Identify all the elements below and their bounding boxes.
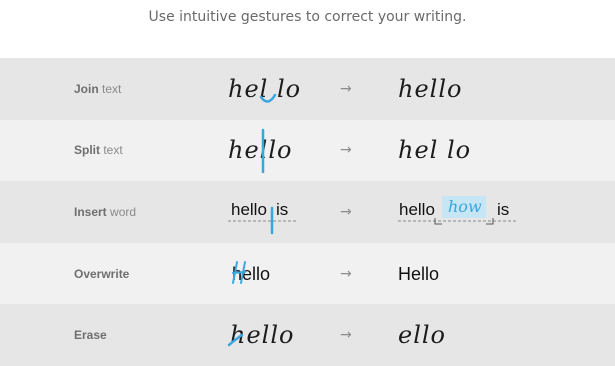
gesture-row-split: Split text hello → hel lo — [0, 119, 615, 182]
handwriting-after: hel lo — [398, 136, 472, 165]
gesture-label: Overwrite — [74, 266, 130, 281]
gesture-row-erase: Erase hello → ello — [0, 304, 615, 366]
insert-gesture-stroke — [228, 206, 296, 235]
split-after-example: hel lo — [398, 128, 538, 172]
gesture-label: Join text — [74, 81, 122, 96]
handwriting-after: ello — [398, 321, 447, 350]
split-gesture-stroke — [261, 129, 265, 174]
gesture-row-overwrite: Overwrite hello → Hello — [0, 242, 615, 305]
arrow-icon: → — [340, 142, 352, 159]
arrow-icon: → — [340, 203, 352, 220]
insert-before-example: hello is — [228, 190, 328, 235]
overwrite-before-example: hello — [228, 252, 328, 296]
handwriting-after: hello — [398, 74, 463, 103]
text-after: Hello — [398, 263, 440, 284]
overwrite-after-example: Hello — [398, 252, 538, 296]
erase-after-example: ello — [398, 313, 538, 357]
arrow-icon: → — [340, 327, 352, 344]
arrow-icon: → — [340, 80, 352, 97]
gesture-label: Insert word — [74, 204, 137, 219]
join-gesture-stroke — [259, 93, 277, 103]
erase-gesture-stroke — [227, 333, 244, 347]
gesture-row-join: Join text hel lo → hello — [0, 58, 615, 120]
insert-space-marks — [398, 217, 516, 225]
header: Use intuitive gestures to correct your w… — [0, 0, 615, 58]
arrow-icon: → — [340, 265, 352, 282]
overwrite-gesture-stroke — [232, 260, 246, 284]
gesture-list: Join text hel lo → hello Split text hell… — [0, 58, 615, 366]
gesture-label: Split text — [74, 143, 123, 158]
join-after-example: hello — [398, 67, 538, 111]
gesture-row-insert: Insert word hello is → hello how is — [0, 181, 615, 243]
page-subtitle: Use intuitive gestures to correct your w… — [148, 9, 467, 25]
erase-before-example: hello — [227, 313, 328, 357]
insert-after-example: hello how is — [398, 190, 538, 234]
join-before-example: hel lo — [228, 67, 328, 111]
split-before-example: hello — [228, 128, 328, 174]
gesture-label: Erase — [74, 328, 107, 343]
